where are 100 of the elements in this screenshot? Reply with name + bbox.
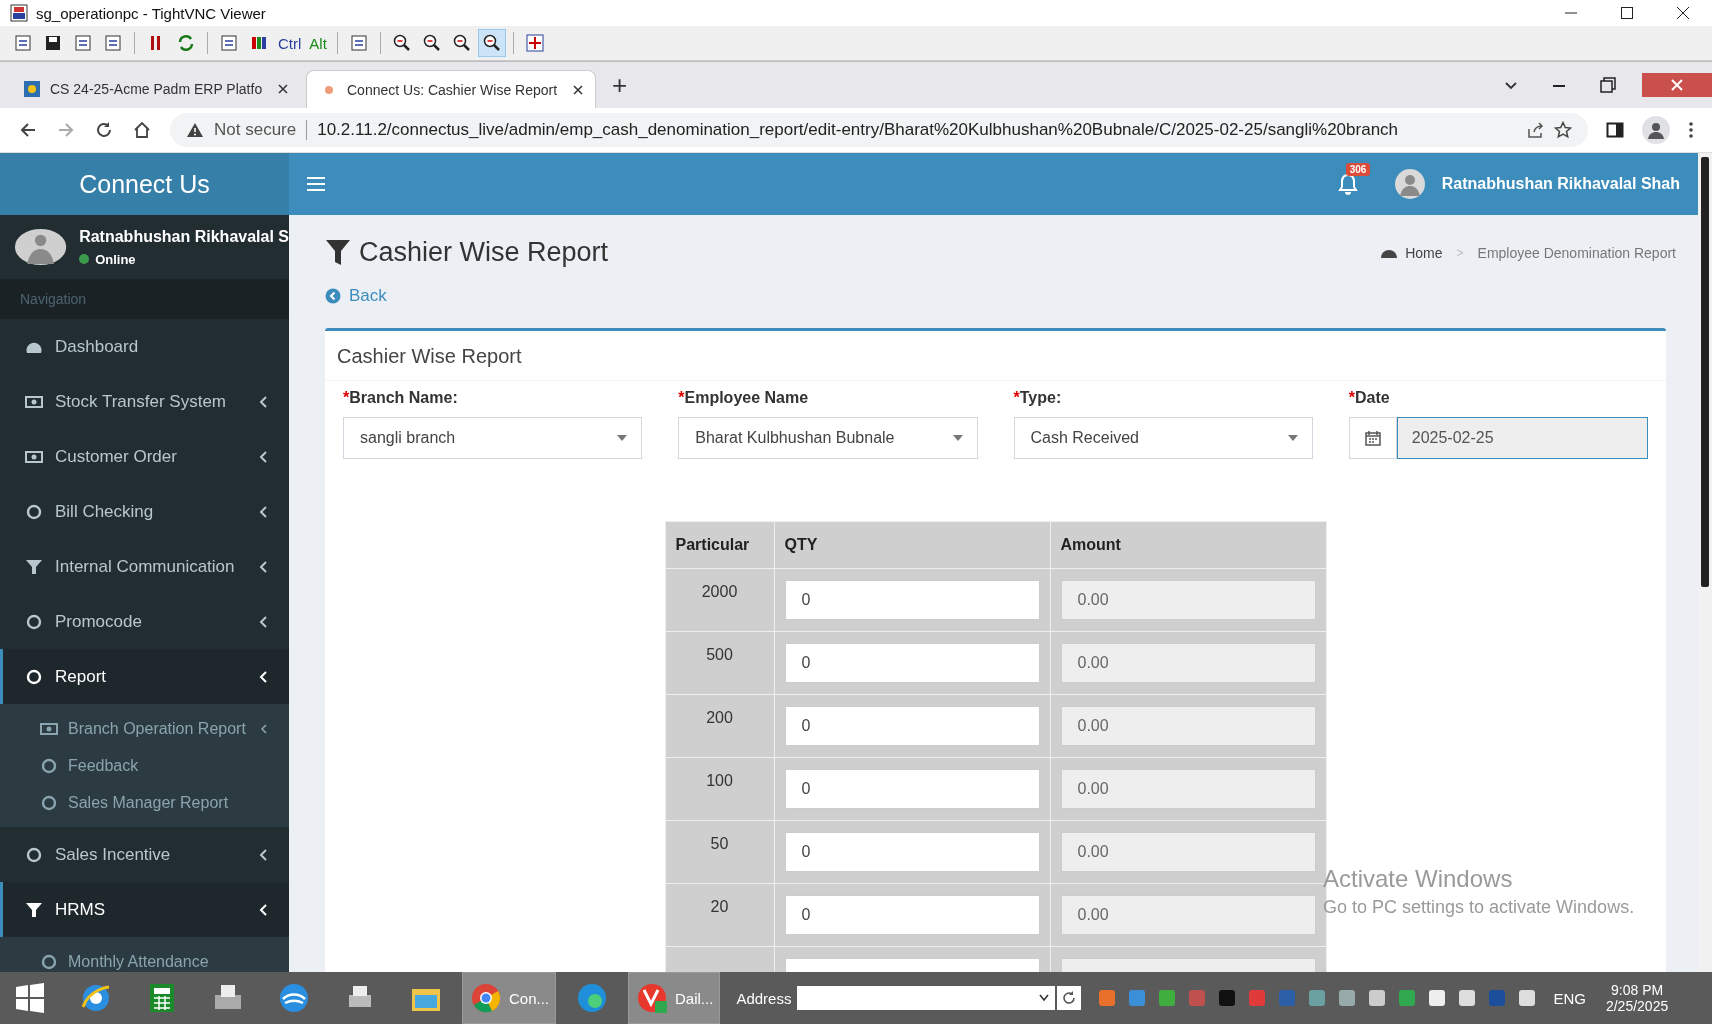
calendar-icon[interactable] bbox=[1364, 430, 1381, 446]
brand-title[interactable]: Connect Us bbox=[0, 153, 289, 215]
field-label: *Employee Name bbox=[678, 389, 810, 407]
tray-icon[interactable] bbox=[1517, 988, 1538, 1008]
nav-item[interactable]: Sales Incentive bbox=[0, 827, 289, 882]
nav-subitem[interactable]: Branch Operation Report bbox=[0, 710, 289, 747]
money-icon bbox=[40, 720, 58, 737]
breadcrumb-separator: > bbox=[1456, 245, 1464, 260]
close-icon[interactable] bbox=[1676, 6, 1690, 20]
nav-item[interactable]: HRMS bbox=[0, 882, 289, 937]
avatar-icon bbox=[1393, 168, 1426, 200]
qty-field[interactable]: 0 bbox=[784, 769, 1040, 809]
address-label: Address bbox=[736, 989, 792, 1007]
star-icon[interactable] bbox=[1554, 121, 1572, 139]
chevron-icon bbox=[259, 505, 267, 518]
table-cell: 500 bbox=[706, 646, 733, 663]
chevron-icon bbox=[259, 615, 267, 628]
toolbar-icon[interactable] bbox=[478, 30, 505, 56]
nav-item[interactable]: Promocode bbox=[0, 594, 289, 649]
field-label: *Type: bbox=[1013, 389, 1063, 407]
nav-item[interactable]: Report bbox=[0, 649, 289, 704]
amount-field: 0.00 bbox=[1060, 580, 1316, 620]
home-icon[interactable] bbox=[132, 120, 152, 140]
chevron-icon bbox=[259, 723, 267, 734]
table-cell: 50 bbox=[710, 835, 729, 852]
nav-item[interactable]: Customer Order bbox=[0, 429, 289, 484]
tray-icon[interactable] bbox=[1337, 988, 1358, 1008]
circle-icon bbox=[40, 794, 58, 811]
nav-item[interactable]: Internal Communication bbox=[0, 539, 289, 594]
qty-field[interactable]: 0 bbox=[784, 895, 1040, 935]
close-icon[interactable] bbox=[278, 84, 288, 94]
windows-logo-icon[interactable] bbox=[15, 983, 45, 1013]
online-status-dot bbox=[79, 254, 90, 264]
table-cell: 20 bbox=[710, 898, 729, 915]
scrollbar-thumb[interactable] bbox=[1701, 157, 1709, 587]
bell-icon[interactable] bbox=[1337, 173, 1358, 195]
caret-icon[interactable] bbox=[1287, 435, 1298, 441]
card-title: Cashier Wise Report bbox=[325, 331, 1666, 381]
go-button[interactable] bbox=[1057, 986, 1082, 1010]
amount-field: 0.00 bbox=[1060, 895, 1316, 935]
qty-field[interactable]: 0 bbox=[784, 643, 1040, 683]
close-icon[interactable] bbox=[573, 84, 583, 95]
close-button[interactable] bbox=[1642, 73, 1712, 97]
chevron-icon bbox=[259, 670, 267, 683]
qty-field[interactable]: 0 bbox=[784, 706, 1040, 746]
circle-icon bbox=[40, 953, 58, 970]
nav-item[interactable]: Stock Transfer System bbox=[0, 374, 289, 429]
tray-icon[interactable] bbox=[1367, 988, 1388, 1008]
browser-tab[interactable]: CS 24-25-Acme Padm ERP Platfo bbox=[10, 70, 300, 108]
filter-icon bbox=[25, 901, 43, 918]
menu-icon[interactable] bbox=[1688, 121, 1694, 139]
chevron-icon bbox=[259, 848, 267, 861]
date-field[interactable]: 2025-02-25 bbox=[1396, 417, 1648, 459]
dropdown-icon[interactable] bbox=[1039, 994, 1050, 1002]
table-cell: 100 bbox=[706, 772, 733, 789]
qty-field[interactable]: 0 bbox=[784, 580, 1040, 620]
tray-icon[interactable] bbox=[1457, 988, 1478, 1008]
profile-icon[interactable] bbox=[1642, 116, 1670, 144]
address-field[interactable]: Not secure 10.2.11.2/connectus_live/admin/emp_cash_denomination_report/edit-entry/Bharat%20Kulbhushan%20Bubnale/C/2025-02-25/sangli%20branch bbox=[170, 113, 1588, 147]
nav-item[interactable]: Dashboard bbox=[0, 319, 289, 374]
clock[interactable]: 9:08 PM 2/25/2025 bbox=[1605, 982, 1669, 1014]
nav-item[interactable]: Bill Checking bbox=[0, 484, 289, 539]
nav-subitem[interactable]: Sales Manager Report bbox=[0, 784, 289, 821]
share-icon[interactable] bbox=[1526, 121, 1544, 139]
amount-field: 0.00 bbox=[1060, 769, 1316, 809]
browser-tab[interactable]: Connect Us: Cashier Wise Report bbox=[306, 70, 596, 108]
circle-icon bbox=[25, 668, 43, 685]
toolbar-button[interactable]: Alt bbox=[307, 31, 329, 55]
caret-icon[interactable] bbox=[952, 435, 963, 441]
column-header: Amount bbox=[1050, 521, 1326, 569]
tray-icon[interactable] bbox=[1217, 988, 1238, 1008]
caret-icon[interactable] bbox=[617, 435, 628, 441]
refresh-icon[interactable] bbox=[1062, 991, 1077, 1005]
table-cell: 2000 bbox=[701, 583, 738, 600]
nav-subitem[interactable]: Feedback bbox=[0, 747, 289, 784]
select-field[interactable]: Bharat Kulbhushan Bubnale bbox=[678, 417, 978, 459]
tray-icon[interactable] bbox=[1427, 988, 1448, 1008]
side-panel-icon[interactable] bbox=[1606, 121, 1624, 139]
address-toolbar-field[interactable] bbox=[797, 986, 1056, 1010]
reload-icon[interactable] bbox=[94, 120, 114, 140]
page-title: Cashier Wise Report bbox=[359, 237, 609, 268]
money-icon bbox=[25, 448, 43, 465]
chrome-app-icon[interactable] bbox=[469, 981, 503, 1015]
money-icon bbox=[25, 393, 43, 410]
maximize-icon[interactable] bbox=[1620, 6, 1634, 20]
toolbar-button[interactable]: Ctrl bbox=[276, 31, 304, 55]
vs-app-icon[interactable] bbox=[635, 981, 670, 1015]
select-field[interactable]: sangli branch bbox=[343, 417, 643, 459]
new-tab-button[interactable]: + bbox=[602, 69, 638, 101]
chevron-icon bbox=[259, 395, 267, 408]
language-indicator[interactable]: ENG bbox=[1553, 989, 1586, 1007]
qty-field[interactable]: 0 bbox=[784, 832, 1040, 872]
breadcrumb-link[interactable]: Home bbox=[1405, 244, 1443, 261]
calendar-button[interactable] bbox=[1348, 417, 1397, 459]
user-menu[interactable]: Ratnabhushan Rikhavalal Shah bbox=[1441, 175, 1680, 193]
select-field[interactable]: Cash Received bbox=[1013, 417, 1313, 459]
field-label: *Date bbox=[1348, 389, 1391, 407]
circle-icon bbox=[25, 503, 43, 520]
column-header: QTY bbox=[774, 521, 1050, 569]
restore-icon[interactable] bbox=[1600, 77, 1616, 93]
